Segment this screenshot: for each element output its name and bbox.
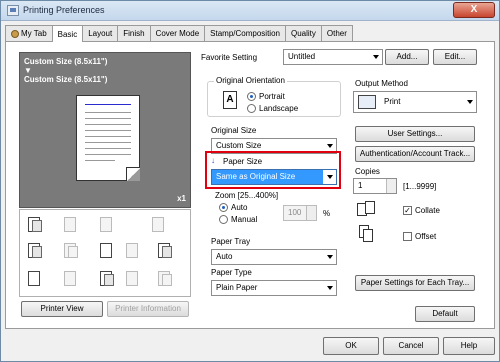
zoom-manual-radio[interactable] (219, 215, 228, 224)
user-icon (11, 29, 19, 38)
printer-information-button[interactable]: Printer Information (107, 301, 189, 317)
portrait-radio[interactable] (247, 92, 256, 101)
output-method-select[interactable]: Print (353, 91, 477, 113)
arrow-down-icon: ↓ (211, 156, 215, 165)
printer-app-icon (7, 5, 19, 16)
collate-checkbox[interactable]: ✓ (403, 206, 412, 215)
fold-icon (150, 216, 168, 234)
chevron-down-icon (327, 286, 333, 290)
paper-settings-each-tray-button[interactable]: Paper Settings for Each Tray... (355, 275, 475, 291)
paper-icon (26, 270, 44, 288)
user-settings-button[interactable]: User Settings... (355, 126, 475, 142)
zoom-auto-label: Auto (231, 203, 248, 212)
tab-basic[interactable]: Basic (51, 25, 84, 42)
page-preview: Custom Size (8.5x11") ▼ Custom Size (8.5… (19, 52, 191, 208)
chevron-down-icon (373, 55, 379, 59)
tab-stamp-composition[interactable]: Stamp/Composition (204, 25, 286, 41)
preview-original-size: Custom Size (8.5x11") (24, 57, 108, 66)
tray-icon (62, 270, 80, 288)
portrait-label: Portrait (259, 92, 285, 101)
tab-quality[interactable]: Quality (284, 25, 322, 41)
secure-print-icon (156, 242, 174, 260)
cancel-button[interactable]: Cancel (383, 337, 439, 355)
tab-layout[interactable]: Layout (82, 25, 119, 41)
help-button[interactable]: Help (443, 337, 495, 355)
zoom-label: Zoom [25...400%] (215, 191, 279, 200)
tab-cover-mode[interactable]: Cover Mode (149, 25, 206, 41)
paper-tray-select[interactable]: Auto (211, 249, 337, 265)
tab-finish[interactable]: Finish (117, 25, 151, 41)
transfer-icon (124, 270, 142, 288)
ok-button[interactable]: OK (323, 337, 379, 355)
device-status-icons (19, 209, 191, 297)
chevron-down-icon (327, 255, 333, 259)
tab-other[interactable]: Other (320, 25, 353, 41)
original-orientation-title: Original Orientation (214, 76, 287, 85)
close-button[interactable]: X (453, 2, 495, 18)
paper-type-select[interactable]: Plain Paper (211, 280, 337, 296)
offset-checkbox[interactable] (403, 232, 412, 241)
output-method-label: Output Method (355, 79, 408, 88)
zoom-unit: % (323, 209, 331, 218)
printing-preferences-window: Printing Preferences X My Tab Basic Layo… (0, 0, 500, 362)
finisher-icon (156, 270, 174, 288)
chevron-down-icon (327, 144, 333, 148)
paper-tray-label: Paper Tray (211, 237, 251, 246)
landscape-label: Landscape (259, 104, 299, 113)
offset-label: Offset (415, 232, 437, 241)
landscape-radio[interactable] (247, 104, 256, 113)
cover-icon (124, 242, 142, 260)
chevron-down-icon (467, 100, 473, 104)
copies-range: [1...9999] (403, 182, 437, 191)
title-bar: Printing Preferences X (1, 1, 499, 21)
output-tray-icon (26, 216, 44, 234)
original-size-label: Original Size (211, 126, 257, 135)
page-thumbnail (76, 95, 140, 181)
preview-paper-size: Custom Size (8.5x11") (24, 75, 108, 84)
favorite-add-button[interactable]: Add... (385, 49, 429, 65)
settings-icon (98, 270, 116, 288)
portrait-orientation-icon: A (223, 91, 237, 109)
preview-copies-count: x1 (177, 194, 186, 203)
copies-stepper[interactable]: 1 (353, 178, 397, 194)
zoom-value-stepper[interactable]: 100 (283, 205, 317, 221)
collate-label: Collate (415, 206, 440, 215)
booklet-icon (62, 242, 80, 260)
print-output-icon (358, 95, 376, 109)
paper-size-select[interactable]: Same as Original Size (211, 169, 337, 185)
authentication-account-track-button[interactable]: Authentication/Account Track... (355, 146, 475, 162)
tab-my-tab[interactable]: My Tab (5, 25, 53, 41)
preview-arrow: ▼ (24, 66, 32, 75)
paper-size-label: Paper Size (223, 157, 263, 166)
offset-icon (359, 225, 379, 243)
favorite-edit-button[interactable]: Edit... (433, 49, 477, 65)
stamp-icon (98, 242, 116, 260)
copies-label: Copies (355, 167, 380, 176)
chevron-down-icon (327, 175, 333, 179)
staple-icon (62, 216, 80, 234)
favorite-setting-select[interactable]: Untitled (283, 49, 383, 65)
default-button[interactable]: Default (415, 306, 475, 322)
collate-icon (357, 201, 377, 219)
paper-type-label: Paper Type (211, 268, 252, 277)
zoom-auto-radio[interactable] (219, 203, 228, 212)
favorite-setting-label: Favorite Setting (201, 53, 258, 62)
printer-view-button[interactable]: Printer View (21, 301, 103, 317)
punch-icon (98, 216, 116, 234)
zoom-manual-label: Manual (231, 215, 258, 224)
duplex-icon (26, 242, 44, 260)
window-title: Printing Preferences (23, 5, 105, 15)
tab-strip: My Tab Basic Layout Finish Cover Mode St… (5, 25, 353, 42)
